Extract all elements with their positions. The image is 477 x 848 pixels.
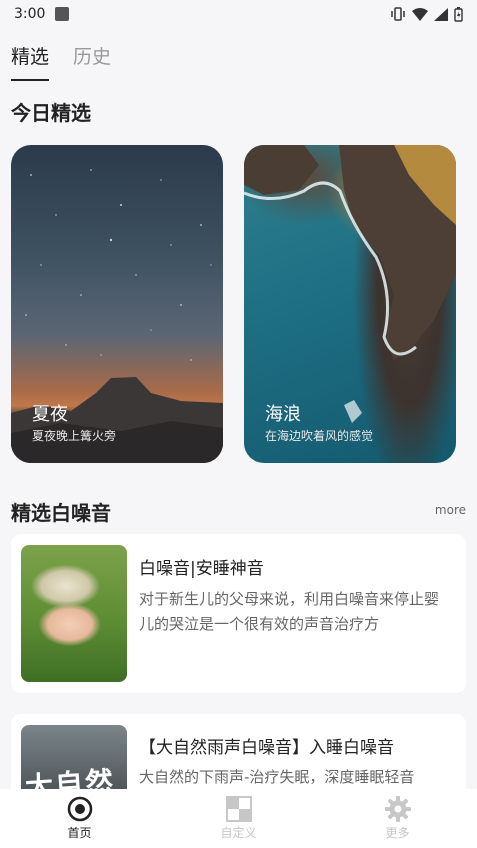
- white-noise-section-title: 精选白噪音: [11, 501, 111, 525]
- card-subtitle: 在海边吹着风的感觉: [265, 429, 374, 443]
- featured-card-summer-night[interactable]: 夏夜 夏夜晚上篝火旁: [11, 145, 223, 463]
- nav-label: 更多: [385, 826, 410, 840]
- item-title: 白噪音|安睡神音: [139, 559, 264, 579]
- battery-icon: [454, 6, 463, 22]
- home-record-icon: [67, 796, 92, 822]
- stars-decoration: [25, 169, 212, 361]
- signal-icon: [434, 7, 448, 21]
- nav-label: 自定义: [220, 826, 257, 840]
- custom-grid-icon: [225, 796, 252, 822]
- card-subtitle: 夏夜晚上篝火旁: [32, 429, 117, 443]
- status-icons: [390, 6, 463, 22]
- tab-history[interactable]: 历史: [73, 42, 111, 81]
- nav-custom[interactable]: 自定义: [159, 789, 318, 848]
- nav-label: 首页: [67, 826, 92, 840]
- baby-thumbnail: [21, 545, 127, 682]
- card-title: 夏夜: [32, 404, 68, 425]
- tab-featured[interactable]: 精选: [11, 42, 50, 81]
- status-bar: 3:00: [0, 0, 477, 28]
- list-item[interactable]: 白噪音|安睡神音 对于新生儿的父母来说，利用白噪音来停止婴儿的哭泣是一个很有效的…: [11, 534, 466, 693]
- wifi-icon: [412, 7, 428, 21]
- item-description: 大自然的下雨声-治疗失眠，深度睡眠轻音: [139, 768, 415, 786]
- gear-icon: [384, 796, 411, 822]
- nav-more[interactable]: 更多: [318, 789, 477, 848]
- status-time: 3:00: [14, 6, 46, 22]
- item-description: 对于新生儿的父母来说，利用白噪音来停止婴儿的哭泣是一个很有效的声音治疗方: [139, 590, 440, 633]
- notification-icon: [55, 7, 70, 21]
- bottom-nav: 首页 自定义 更多: [0, 789, 477, 848]
- vibrate-icon: [391, 7, 405, 21]
- item-title: 【大自然雨声白噪音】入睡白噪音: [139, 738, 394, 758]
- more-link[interactable]: more: [435, 503, 466, 517]
- top-tabs: 精选 历史: [11, 42, 111, 81]
- nav-home[interactable]: 首页: [0, 789, 159, 848]
- today-section-title: 今日精选: [11, 101, 91, 125]
- card-title: 海浪: [265, 404, 301, 425]
- featured-card-ocean-waves[interactable]: 海浪 在海边吹着风的感觉: [244, 145, 456, 463]
